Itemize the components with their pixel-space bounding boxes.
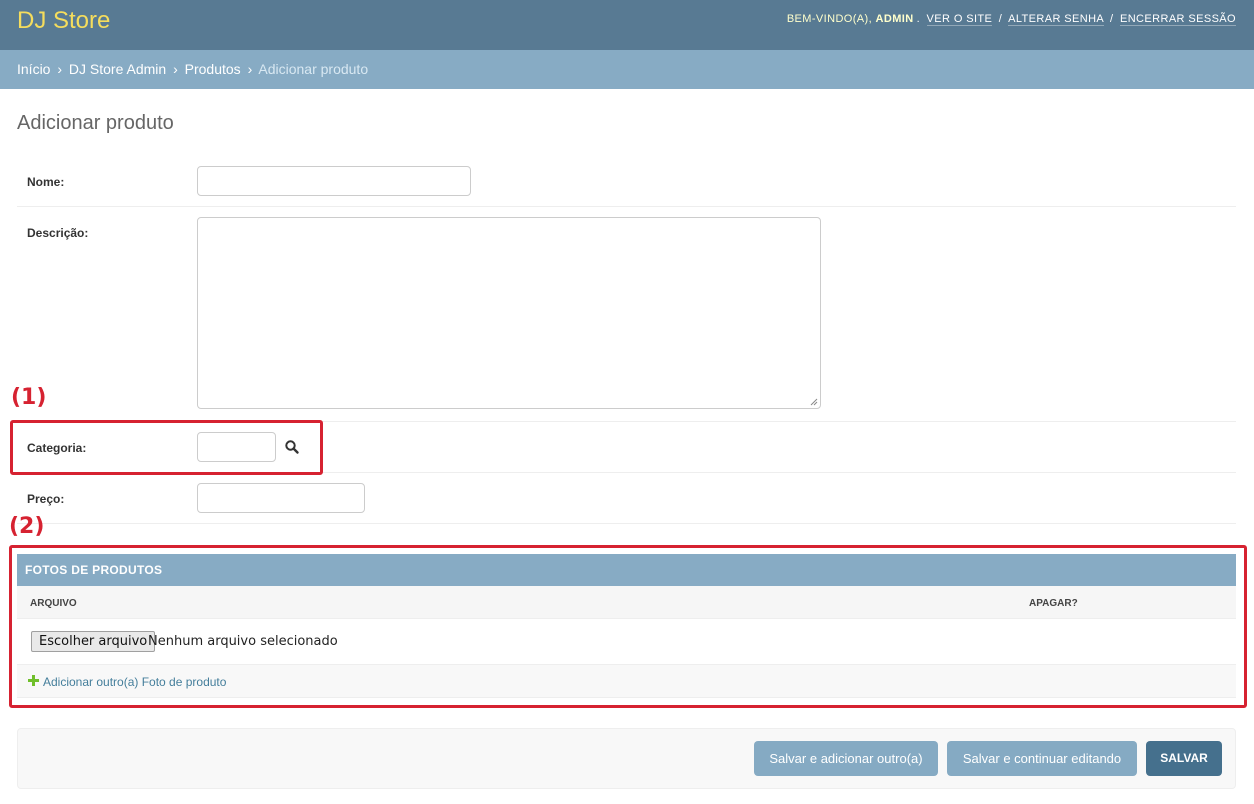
user-tools: BEM-VINDO(A), ADMIN. VER O SITE / ALTERA… — [786, 13, 1236, 26]
save-and-continue-button[interactable]: Salvar e continuar editando — [947, 741, 1137, 776]
logout-link[interactable]: ENCERRAR SESSÃO — [1119, 13, 1236, 26]
welcome-text: BEM-VINDO(A), — [786, 13, 873, 25]
breadcrumb-model[interactable]: Produtos — [185, 61, 241, 77]
annotation-label-1: (1) — [11, 385, 47, 410]
annotation-box-2 — [9, 545, 1247, 708]
annotation-box-1 — [10, 420, 323, 475]
form-row-preco: Preço: — [17, 473, 1236, 524]
site-brand[interactable]: DJ Store — [17, 7, 110, 35]
header: DJ Store BEM-VINDO(A), ADMIN. VER O SITE… — [0, 0, 1254, 50]
descricao-label: Descrição: — [27, 226, 89, 240]
save-and-add-another-button[interactable]: Salvar e adicionar outro(a) — [754, 741, 938, 776]
preco-label: Preço: — [27, 492, 65, 506]
annotation-label-2: (2) — [9, 514, 45, 539]
nome-input[interactable] — [197, 166, 471, 196]
breadcrumb: Início › DJ Store Admin › Produtos › Adi… — [0, 50, 1254, 89]
form-row-nome: Nome: — [17, 156, 1236, 207]
breadcrumb-current: Adicionar produto — [258, 61, 369, 77]
breadcrumb-home[interactable]: Início — [17, 61, 50, 77]
nome-label: Nome: — [27, 175, 65, 189]
descricao-textarea[interactable] — [197, 217, 821, 409]
save-button[interactable]: SALVAR — [1146, 741, 1222, 776]
view-site-link[interactable]: VER O SITE — [926, 13, 993, 26]
page-title: Adicionar produto — [17, 112, 174, 134]
username: ADMIN — [875, 13, 914, 25]
submit-row: Salvar e adicionar outro(a) Salvar e con… — [17, 728, 1236, 789]
preco-input[interactable] — [197, 483, 365, 513]
breadcrumb-app[interactable]: DJ Store Admin — [69, 61, 166, 77]
resize-grip-icon[interactable] — [810, 398, 818, 406]
form-row-descricao: Descrição: — [17, 207, 1236, 422]
change-password-link[interactable]: ALTERAR SENHA — [1008, 13, 1104, 26]
